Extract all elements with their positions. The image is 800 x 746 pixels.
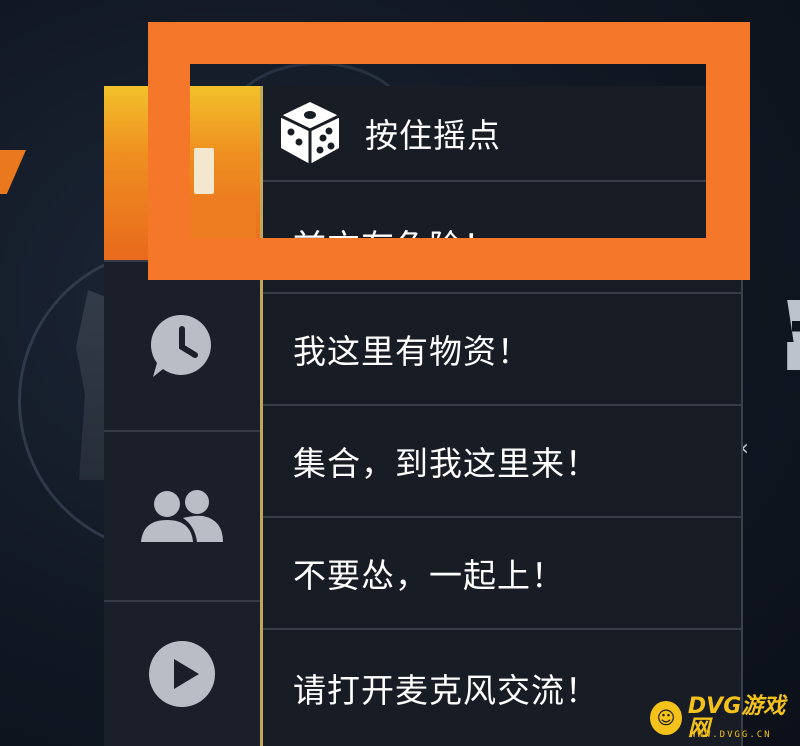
tab-column [104,86,260,746]
message-gather[interactable]: 集合，到我这里来！ [263,406,741,518]
message-label: 按住摇点 [365,116,501,155]
message-label-clipped: 前方有危险！ [293,224,497,244]
message-label: 请打开麦克风交流！ [293,671,599,710]
dice-icon [280,102,340,164]
tab-play[interactable] [104,602,260,746]
tab-team[interactable] [104,432,260,602]
play-circle-icon [149,641,215,707]
watermark: ☺ DVG游戏网 WWW.DVGG.CN [650,696,800,740]
clock-bubble-icon [150,314,211,377]
right-edge-glyph [787,300,800,370]
quick-chat-panel: 按住摇点 前方有危险！ 我这里有物资！ 集合，到我这里来！ 不要怂，一起上！ 请… [104,86,743,746]
message-label: 集合，到我这里来！ [293,444,599,483]
message-partial[interactable]: 前方有危险！ [263,182,741,294]
message-label: 前方有危险！ [293,224,497,244]
message-label: 我这里有物资！ [293,332,531,371]
active-tab-marker [194,148,214,194]
tab-history[interactable] [104,262,260,432]
watermark-url: WWW.DVGG.CN [690,730,772,740]
background-arrow-decoration [0,150,26,194]
message-list: 按住摇点 前方有危险！ 我这里有物资！ 集合，到我这里来！ 不要怂，一起上！ 请… [260,86,743,746]
message-hold-roll[interactable]: 按住摇点 [263,86,741,182]
message-charge[interactable]: 不要怂，一起上！ [263,518,741,630]
highlight-corner-fill [190,196,256,238]
gamepad-logo-icon: ☺ [650,701,682,735]
message-label: 不要怂，一起上！ [293,556,565,595]
message-supplies[interactable]: 我这里有物资！ [263,294,741,406]
people-icon [141,490,223,542]
